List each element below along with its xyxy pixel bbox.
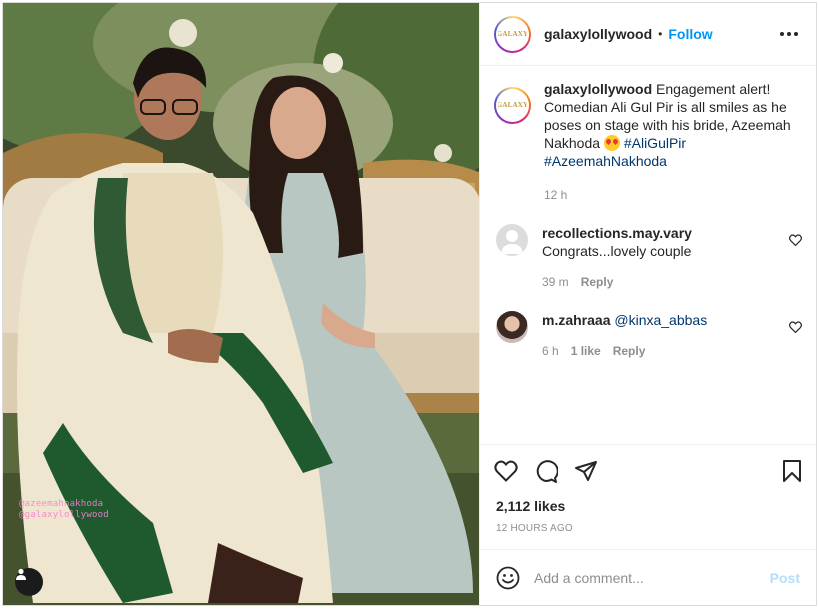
author-username[interactable]: galaxylollywood (544, 26, 652, 42)
follow-button[interactable]: Follow (668, 26, 712, 42)
comment-body: recollections.may.vary Congrats...lovely… (542, 224, 772, 291)
comment-body: m.zahraaa @kinxa_abbas 6 h 1 like Reply (542, 311, 772, 360)
reply-button[interactable]: Reply (581, 273, 614, 291)
commenter-avatar[interactable] (496, 311, 528, 343)
caption-body: galaxylollywood Engagement alert! Comedi… (544, 80, 802, 204)
hashtag-azeemahnakhoda[interactable]: #AzeemahNakhoda (544, 153, 667, 169)
reply-button[interactable]: Reply (613, 342, 646, 360)
hashtag-aligulpir[interactable]: #AliGulPir (624, 135, 686, 151)
post-comment-button[interactable]: Post (770, 570, 800, 586)
post-photo[interactable]: @azeemahnakhoda @galaxylollywood (3, 3, 479, 605)
share-icon[interactable] (574, 459, 598, 483)
caption-avatar[interactable]: GALAXY (494, 87, 531, 124)
default-avatar-icon (501, 230, 523, 254)
user-tag-button[interactable] (15, 568, 43, 596)
comment-mention[interactable]: @kinxa_abbas (614, 312, 707, 328)
comment-text: Congrats...lovely couple (542, 243, 692, 259)
watermark-line-1: @azeemahnakhoda (19, 499, 104, 509)
comment-username[interactable]: recollections.may.vary (542, 224, 772, 242)
heart-icon[interactable] (789, 234, 802, 246)
photo-watermark: @azeemahnakhoda @galaxylollywood (19, 499, 109, 521)
post-timestamp[interactable]: 12 HOURS AGO (480, 523, 816, 534)
caption-time: 12 h (544, 188, 568, 202)
post-modal: @azeemahnakhoda @galaxylollywood GALAXY … (2, 2, 817, 606)
commenter-avatar[interactable] (496, 224, 528, 256)
comment-time: 6 h (542, 344, 559, 358)
author-avatar[interactable]: GALAXY (494, 15, 531, 53)
caption-username[interactable]: galaxylollywood (544, 81, 652, 97)
likes-count[interactable]: 2,112 likes (480, 498, 816, 514)
add-comment-bar: Post (480, 549, 816, 605)
comment-likes[interactable]: 1 like (571, 342, 601, 360)
comment-icon[interactable] (534, 459, 558, 483)
galaxy-logo: GALAXY (496, 101, 529, 109)
comment-username[interactable]: m.zahraaa (542, 312, 610, 328)
heart-eyes-emoji-icon (603, 135, 620, 151)
separator-dot: • (658, 27, 663, 41)
emoji-icon[interactable] (496, 566, 520, 590)
comments-section[interactable]: GALAXY galaxylollywood Engagement alert!… (480, 66, 816, 444)
watermark-line-2: @galaxylollywood (19, 510, 109, 520)
caption-meta: 12 h (544, 186, 802, 204)
galaxy-logo: GALAXY (496, 29, 529, 38)
post-side-panel: GALAXY galaxylollywood • Follow GALAXY g… (479, 3, 816, 605)
comment-time: 39 m (542, 275, 569, 289)
comment-item: recollections.may.vary Congrats...lovely… (494, 224, 802, 291)
more-options-icon[interactable] (776, 28, 802, 40)
post-header: GALAXY galaxylollywood • Follow (480, 3, 816, 66)
bookmark-icon[interactable] (782, 459, 802, 482)
post-actions (480, 444, 816, 496)
user-tag-icon (16, 568, 26, 580)
comment-item: m.zahraaa @kinxa_abbas 6 h 1 like Reply (494, 311, 802, 360)
heart-icon[interactable] (789, 321, 802, 333)
comment-meta: 39 m Reply (542, 273, 772, 291)
heart-icon[interactable] (494, 460, 518, 482)
add-comment-input[interactable] (534, 569, 770, 586)
comment-meta: 6 h 1 like Reply (542, 342, 772, 360)
caption: GALAXY galaxylollywood Engagement alert!… (494, 80, 802, 204)
